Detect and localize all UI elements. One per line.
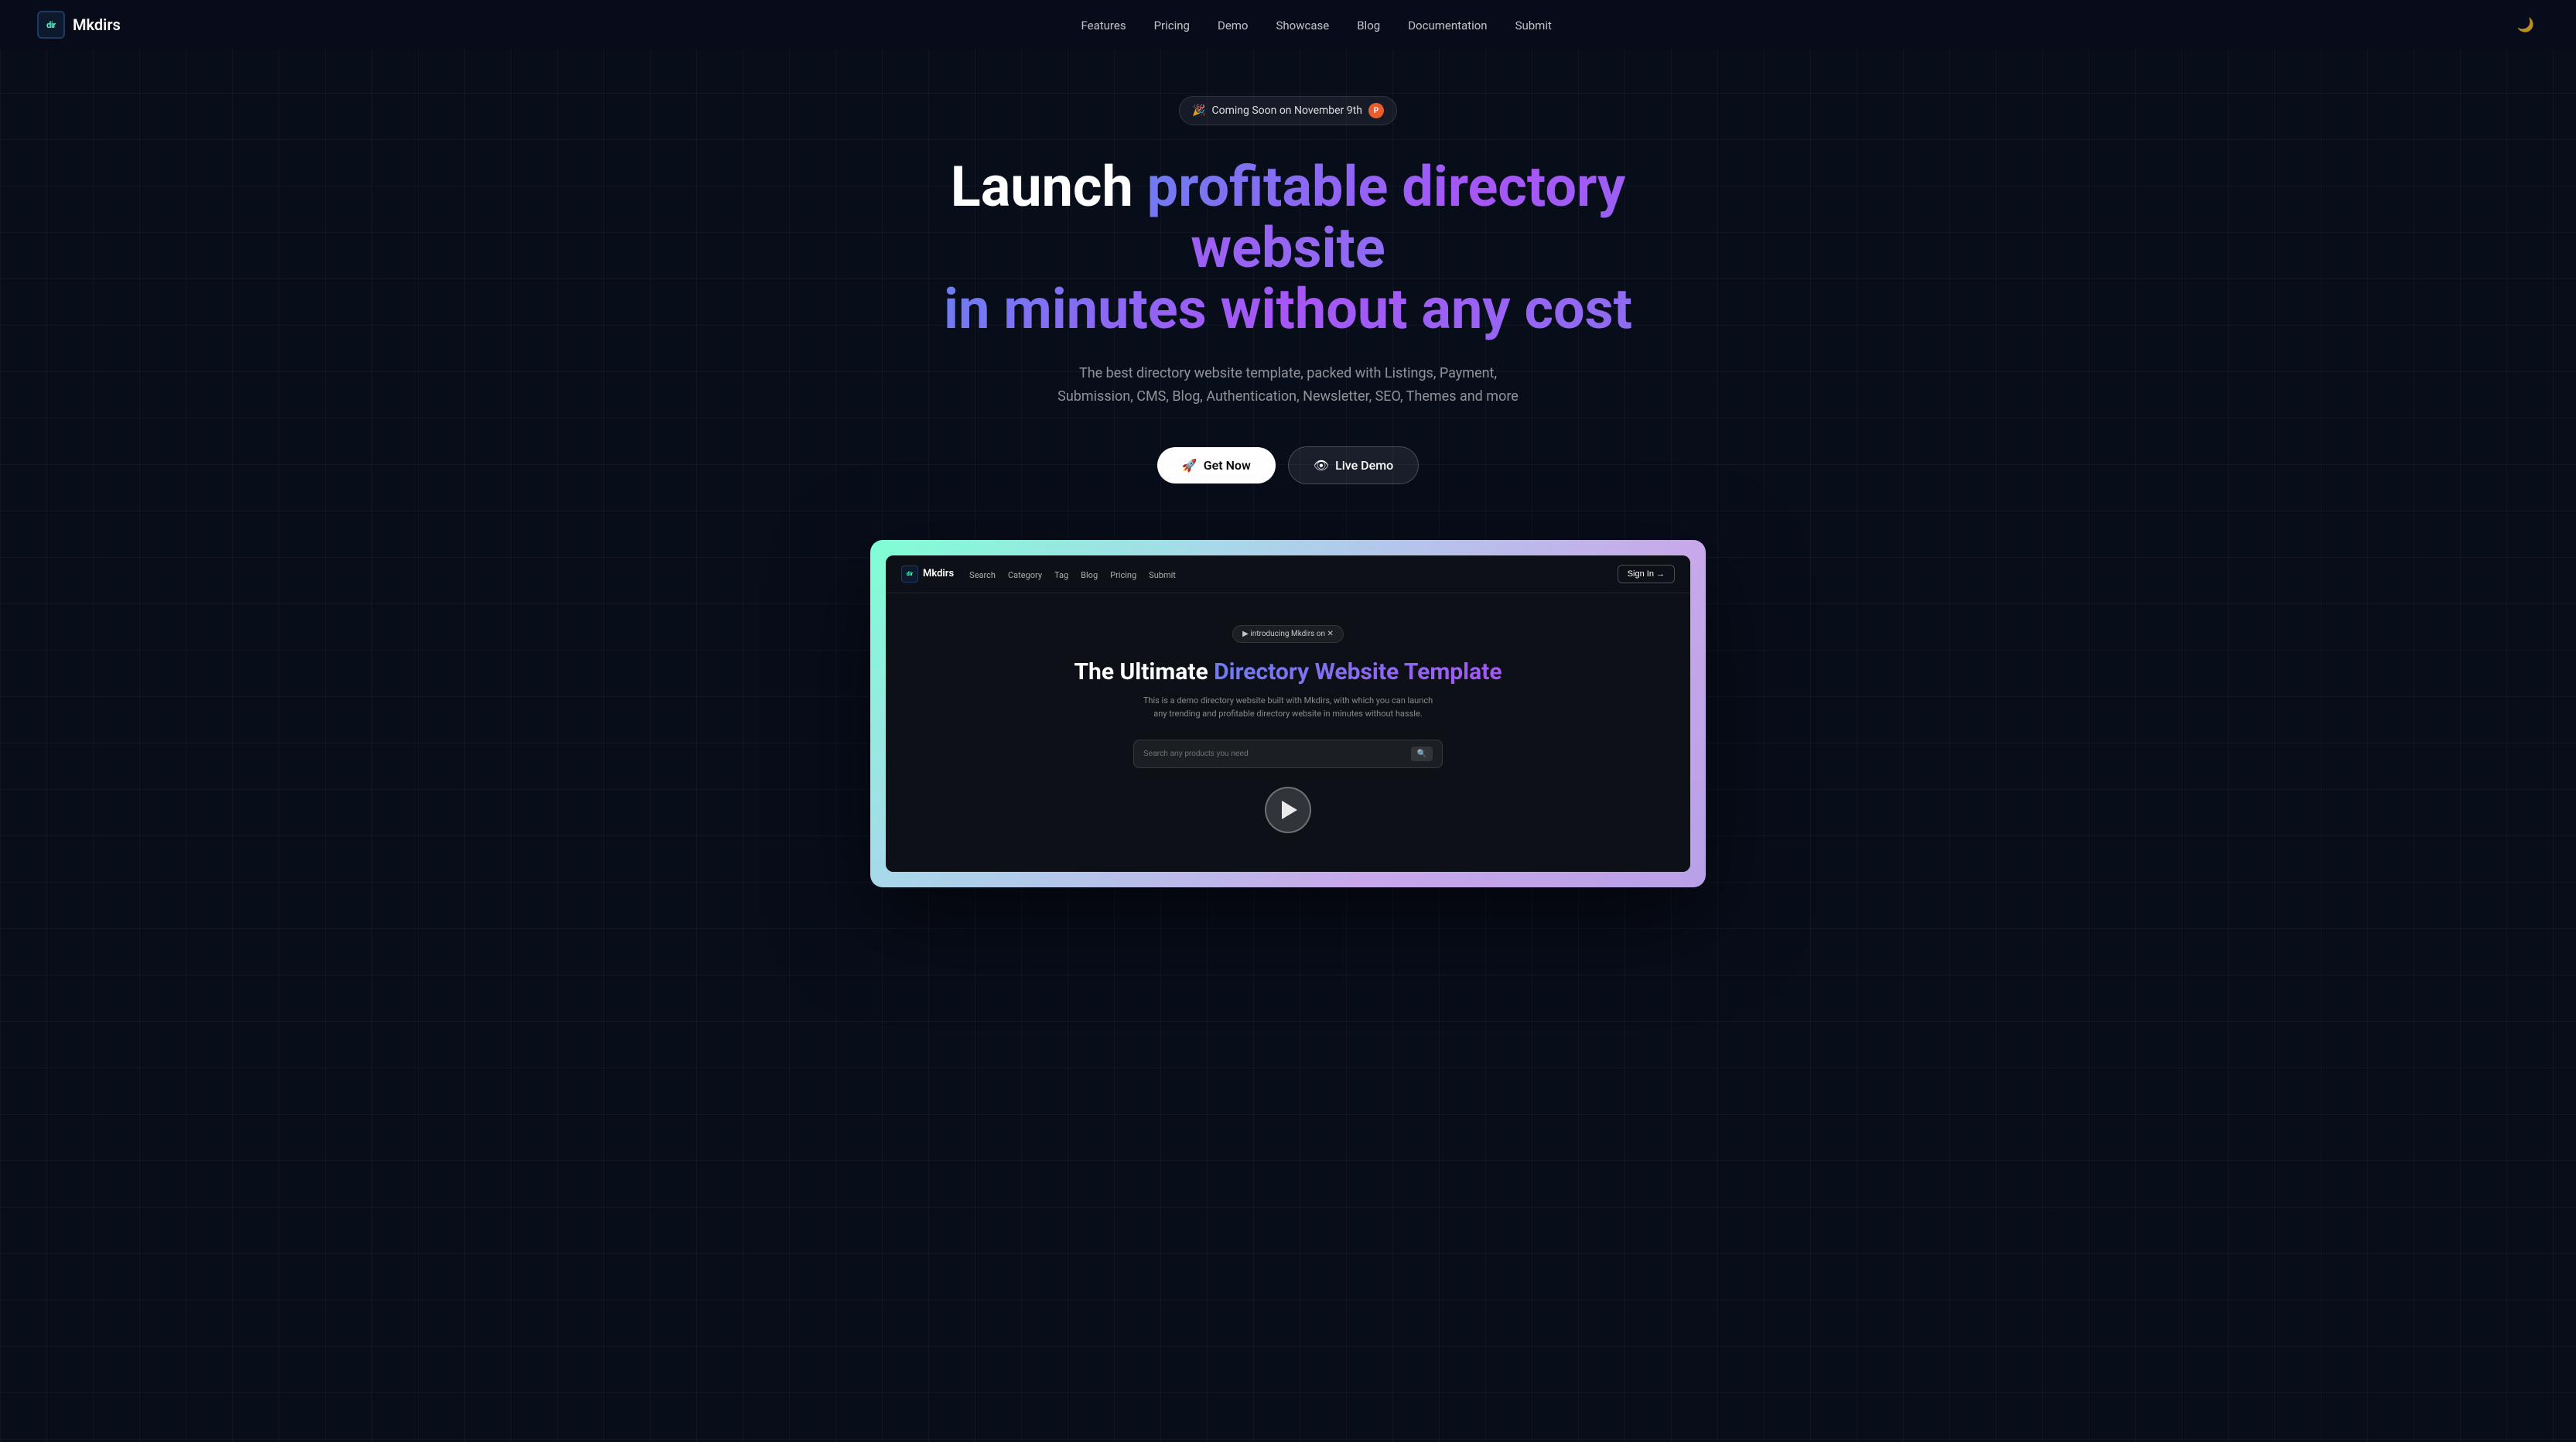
demo-play-button[interactable] <box>1265 787 1311 833</box>
get-now-button[interactable]: 🚀 Get Now <box>1157 447 1276 484</box>
live-demo-icon: 👁 <box>1314 458 1329 473</box>
demo-nav-left: dir Mkdirs Search Category Tag Blog Pric… <box>901 566 1176 583</box>
nav-blog[interactable]: Blog <box>1357 19 1380 32</box>
demo-title-highlight: Directory Website Template <box>1214 658 1502 685</box>
title-part2: in minutes without any cost <box>944 276 1632 342</box>
live-demo-label: Live Demo <box>1335 458 1393 473</box>
play-icon <box>1282 801 1297 819</box>
demo-nav-tag[interactable]: Tag <box>1054 570 1068 580</box>
get-now-icon: 🚀 <box>1182 458 1197 473</box>
dark-mode-button[interactable]: 🌙 <box>2513 12 2539 38</box>
demo-hero-title: The Ultimate Directory Website Template <box>904 658 1672 686</box>
demo-sign-in-label: Sign In → <box>1628 569 1665 579</box>
title-highlight: profitable directory website <box>1147 154 1626 281</box>
demo-navbar: dir Mkdirs Search Category Tag Blog Pric… <box>886 555 1690 593</box>
badge-emoji: 🎉 <box>1192 104 1205 117</box>
logo-icon: dir <box>37 11 65 39</box>
demo-nav-search[interactable]: Search <box>969 570 996 580</box>
demo-nav-blog[interactable]: Blog <box>1081 570 1098 580</box>
badge-text: Coming Soon on November 9th <box>1211 104 1361 117</box>
logo-text: Mkdirs <box>73 15 121 34</box>
hero-subtitle: The best directory website template, pac… <box>1048 362 1528 409</box>
demo-search-bar: 🔍 <box>1133 740 1443 768</box>
nav-features[interactable]: Features <box>1081 19 1126 32</box>
demo-play-overlay <box>904 787 1672 849</box>
demo-logo: dir Mkdirs <box>901 566 954 583</box>
nav-pricing[interactable]: Pricing <box>1154 19 1190 32</box>
demo-announcement-badge: ▶ introducing Mkdirs on ✕ <box>1232 625 1344 643</box>
title-part1: Launch <box>951 154 1147 220</box>
hero-title: Launch profitable directory website in m… <box>940 156 1636 340</box>
demo-nav-submit[interactable]: Submit <box>1149 570 1176 580</box>
nav-links: Features Pricing Demo Showcase Blog Docu… <box>1081 18 1552 32</box>
nav-showcase[interactable]: Showcase <box>1276 19 1330 32</box>
demo-outer-frame: dir Mkdirs Search Category Tag Blog Pric… <box>870 540 1706 887</box>
hero-section: 🎉 Coming Soon on November 9th P Launch p… <box>0 50 2576 918</box>
demo-container: dir Mkdirs Search Category Tag Blog Pric… <box>870 540 1706 887</box>
demo-sign-in-button[interactable]: Sign In → <box>1618 565 1675 583</box>
demo-logo-text: Mkdirs <box>923 568 954 579</box>
announcement-badge: 🎉 Coming Soon on November 9th P <box>1179 96 1397 125</box>
nav-right: 🌙 <box>2513 12 2539 38</box>
demo-inner-frame: dir Mkdirs Search Category Tag Blog Pric… <box>886 555 1690 872</box>
logo-link[interactable]: dir Mkdirs <box>37 11 121 39</box>
demo-nav-links: Search Category Tag Blog Pricing Submit <box>969 566 1176 581</box>
badge-dot: P <box>1368 103 1384 118</box>
get-now-label: Get Now <box>1204 458 1251 473</box>
demo-search-input[interactable] <box>1143 750 1405 758</box>
demo-nav-pricing[interactable]: Pricing <box>1110 570 1136 580</box>
demo-hero-subtitle: This is a demo directory website built w… <box>1141 694 1435 721</box>
navbar: dir Mkdirs Features Pricing Demo Showcas… <box>0 0 2576 50</box>
live-demo-button[interactable]: 👁 Live Demo <box>1288 446 1419 484</box>
hero-buttons: 🚀 Get Now 👁 Live Demo <box>1157 446 1419 484</box>
nav-submit[interactable]: Submit <box>1515 19 1552 32</box>
nav-documentation[interactable]: Documentation <box>1408 19 1487 32</box>
demo-nav-category[interactable]: Category <box>1008 570 1042 580</box>
nav-demo[interactable]: Demo <box>1218 19 1249 32</box>
demo-announcement-text: ▶ introducing Mkdirs on ✕ <box>1242 630 1334 638</box>
demo-logo-icon: dir <box>901 566 918 583</box>
demo-title-part1: The Ultimate <box>1074 658 1214 685</box>
demo-search-button[interactable]: 🔍 <box>1411 747 1433 761</box>
demo-hero-content: ▶ introducing Mkdirs on ✕ The Ultimate D… <box>886 593 1690 872</box>
